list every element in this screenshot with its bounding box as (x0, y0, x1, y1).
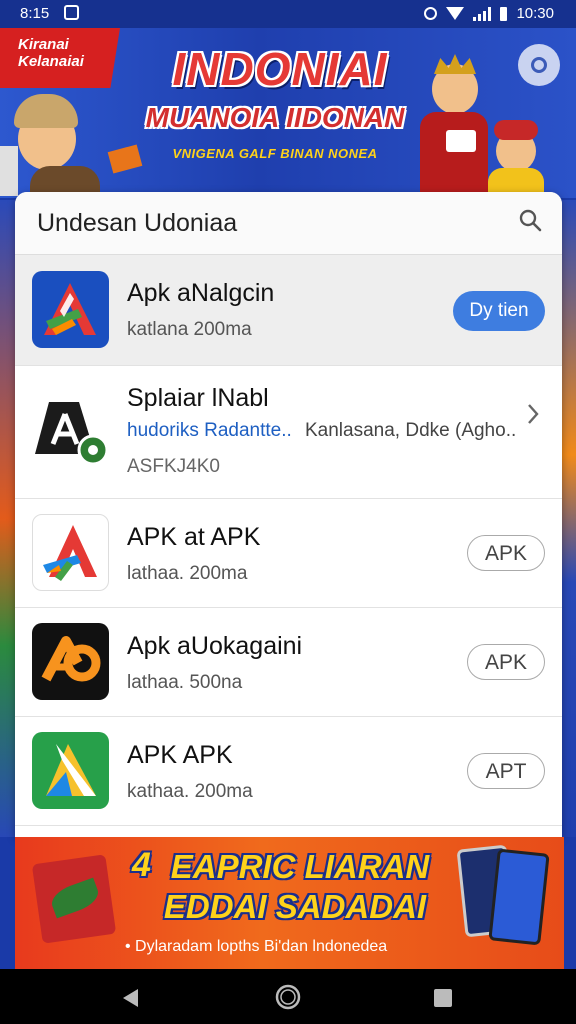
search-input[interactable]: Undesan Udoniaa (37, 209, 237, 238)
apt-button[interactable]: APT (467, 753, 545, 789)
app-icon (31, 388, 109, 466)
apk-button[interactable]: APK (467, 535, 545, 571)
app-name: Splaiar lNabl (127, 384, 269, 412)
search-icon[interactable] (518, 208, 542, 232)
character-left-hat (14, 94, 78, 128)
app-icon (32, 623, 109, 700)
notification-icon (64, 5, 79, 20)
settings-icon[interactable] (518, 44, 560, 86)
app-size: lathaa. 500na (127, 672, 243, 693)
chevron-right-icon[interactable] (526, 402, 540, 426)
app-size: kathaa. 200ma (127, 781, 253, 802)
app-size: lathaa. 200ma (127, 563, 248, 584)
promo-footer-text: • Dylaradam lopths Bi'dan lndonedea (125, 938, 388, 955)
app-icon (32, 271, 109, 348)
recents-icon[interactable] (432, 987, 454, 1009)
alarm-icon (424, 7, 438, 20)
app-list-item[interactable]: APK APK kathaa. 200ma APT (15, 717, 562, 826)
app-name: Apk aNalgcin (127, 279, 275, 307)
app-icon (32, 732, 109, 809)
battery-icon (500, 6, 508, 21)
promo-title: EAPRIC LIARAN (170, 848, 430, 885)
app-name: APK at APK (127, 523, 261, 551)
promo-number: 4 (132, 846, 151, 884)
character-right-crown (434, 54, 476, 74)
download-button[interactable]: Dy tien (453, 291, 545, 331)
status-bar: 8:15 10:30 (0, 0, 576, 28)
banner-subtitle: MUANOIA IIDONAN (145, 102, 405, 133)
side-decoration-left (0, 200, 15, 837)
app-size: katlana 200ma (127, 319, 252, 340)
status-time: 8:15 (20, 5, 50, 22)
phone-illustration-2 (488, 848, 550, 946)
promo-subtitle: EDDAI SADADAI (163, 888, 427, 925)
app-list-item[interactable]: APK at APK lathaa. 200ma APK (15, 499, 562, 608)
signal-icon (473, 6, 492, 21)
app-list-item[interactable]: Apk aNalgcin katlana 200ma Dy tien (15, 255, 562, 366)
banner-tagline: VNIGENA GALF BINAN NONEA (172, 146, 378, 161)
confetti-decoration (0, 146, 18, 196)
tablet-illustration (446, 130, 476, 152)
app-name: APK APK (127, 741, 233, 769)
banner-title: INDONIAI (172, 43, 388, 95)
wifi-icon (446, 7, 465, 20)
developer-name: Kanlasana, Ddke (Agho.. (305, 420, 517, 441)
developer-link[interactable]: hudoriks Radantte.. (127, 420, 292, 442)
app-name: Apk aUokagaini (127, 632, 303, 660)
app-icon (32, 514, 109, 591)
status-clock: 10:30 (516, 5, 554, 22)
apk-button[interactable]: APK (467, 644, 545, 680)
navigation-bar (0, 969, 576, 1024)
brand-logo: Kiranai Kelanaiai (0, 28, 120, 88)
app-code: ASFKJ4K0 (127, 456, 220, 477)
character-right-body (420, 112, 488, 198)
character-child-hat (494, 120, 538, 140)
app-list-item[interactable]: Splaiar lNabl hudoriks Radantte.. Kanlas… (15, 366, 562, 499)
search-results-card: Undesan Udoniaa Apk aNalgcin katlana 200… (15, 192, 562, 837)
back-icon[interactable] (120, 987, 142, 1009)
home-icon[interactable] (275, 984, 301, 1010)
search-bar[interactable]: Undesan Udoniaa (15, 192, 562, 255)
app-list-item[interactable]: Apk aUokagaini lathaa. 500na APK (15, 608, 562, 717)
side-decoration-right (562, 200, 576, 837)
orange-card-illustration (107, 144, 143, 174)
